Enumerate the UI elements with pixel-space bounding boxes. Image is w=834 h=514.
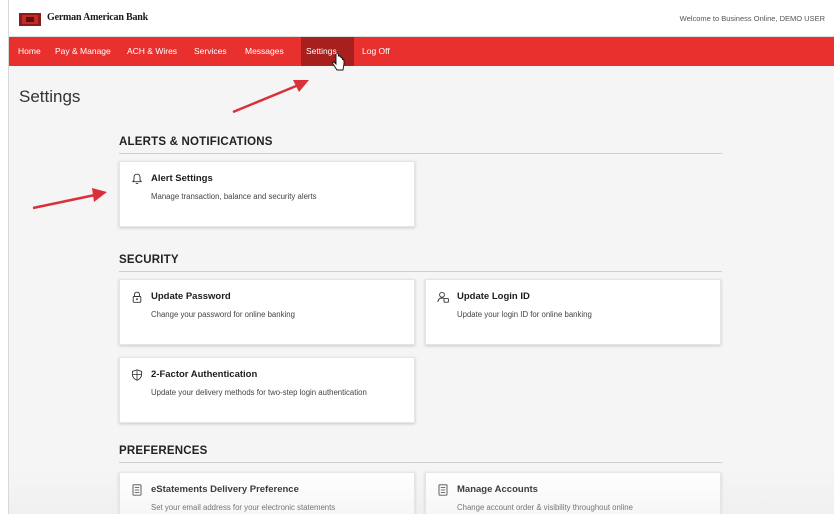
hand-cursor-icon bbox=[332, 54, 345, 71]
top-bar: German American Bank Welcome to Business… bbox=[9, 0, 834, 37]
bell-icon bbox=[131, 173, 143, 185]
card-title: eStatements Delivery Preference bbox=[151, 484, 299, 495]
nav-ach-wires[interactable]: ACH & Wires bbox=[122, 37, 182, 66]
nav-home[interactable]: Home bbox=[13, 37, 46, 66]
section-title-alerts: ALERTS & NOTIFICATIONS bbox=[119, 136, 722, 154]
nav-log-off[interactable]: Log Off bbox=[357, 37, 395, 66]
two-factor-auth-card[interactable]: 2-Factor Authentication Update your deli… bbox=[119, 357, 415, 423]
section-title-preferences: PREFERENCES bbox=[119, 445, 722, 463]
welcome-message: Welcome to Business Online, DEMO USER bbox=[679, 14, 825, 23]
card-title: 2-Factor Authentication bbox=[151, 369, 258, 380]
annotation-arrow-icon bbox=[232, 80, 309, 114]
card-title: Alert Settings bbox=[151, 173, 213, 184]
section-title-security: SECURITY bbox=[119, 254, 722, 272]
card-title: Manage Accounts bbox=[457, 484, 538, 495]
update-login-id-card[interactable]: Update Login ID Update your login ID for… bbox=[425, 279, 721, 345]
estatements-preference-card[interactable]: eStatements Delivery Preference Set your… bbox=[119, 472, 415, 514]
card-description: Manage transaction, balance and security… bbox=[151, 192, 317, 201]
card-description: Update your login ID for online banking bbox=[457, 310, 592, 319]
document-icon bbox=[438, 484, 448, 496]
card-title: Update Login ID bbox=[457, 291, 530, 302]
manage-accounts-card[interactable]: Manage Accounts Change account order & v… bbox=[425, 472, 721, 514]
card-description: Update your delivery methods for two-ste… bbox=[151, 388, 367, 397]
card-title: Update Password bbox=[151, 291, 231, 302]
nav-services[interactable]: Services bbox=[189, 37, 232, 66]
nav-settings[interactable]: Settings bbox=[301, 37, 354, 66]
annotation-arrow-icon bbox=[32, 188, 107, 210]
nav-pay-manage[interactable]: Pay & Manage bbox=[50, 37, 116, 66]
card-description: Change your password for online banking bbox=[151, 310, 295, 319]
user-id-icon bbox=[437, 291, 449, 303]
bank-name[interactable]: German American Bank bbox=[47, 12, 148, 23]
card-description: Change account order & visibility throug… bbox=[457, 503, 633, 512]
browser-viewport: German American Bank Welcome to Business… bbox=[8, 0, 834, 514]
alert-settings-card[interactable]: Alert Settings Manage transaction, balan… bbox=[119, 161, 415, 227]
shield-icon bbox=[131, 369, 143, 381]
update-password-card[interactable]: Update Password Change your password for… bbox=[119, 279, 415, 345]
nav-messages[interactable]: Messages bbox=[240, 37, 289, 66]
lock-icon bbox=[132, 291, 142, 303]
document-icon bbox=[132, 484, 142, 496]
main-nav: Home Pay & Manage ACH & Wires Services M… bbox=[9, 37, 834, 66]
card-description: Set your email address for your electron… bbox=[151, 503, 336, 512]
bank-logo-icon bbox=[19, 13, 41, 26]
page-title: Settings bbox=[19, 87, 81, 106]
